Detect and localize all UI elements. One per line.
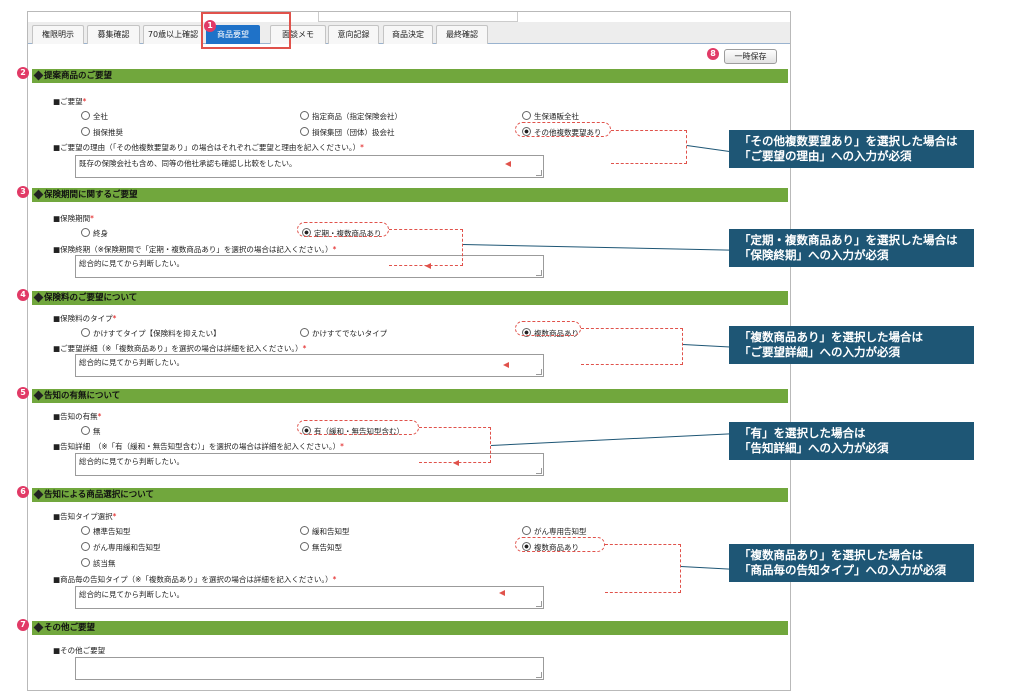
connector-2 xyxy=(389,229,463,266)
highlight-oval-3 xyxy=(515,321,581,336)
arrow-1 xyxy=(505,161,511,167)
radio-non-term[interactable]: かけすてでないタイプ xyxy=(300,328,387,339)
field-label-disclosure-detail: ■告知詳細 （※「有（緩和・無告知型含む）」を選択の場合は詳細を記入ください。）… xyxy=(53,442,344,451)
marker-7: 7 xyxy=(17,619,29,631)
callout-with-disclosure: 「有」を選択した場合は 「告知詳細」への入力が必須 xyxy=(729,422,974,460)
radio-whole-life[interactable]: 終身 xyxy=(81,228,108,239)
marker-5: 5 xyxy=(17,387,29,399)
tab-highlight-box xyxy=(201,12,291,49)
marker-2: 2 xyxy=(17,67,29,79)
top-strip xyxy=(318,12,518,22)
field-label-reason: ■ご要望の理由（「その他複数要望あり」の場合はそれぞれご要望と理由を記入ください… xyxy=(53,143,364,152)
end-period-textarea[interactable]: 総合的に見てから判断したい。 xyxy=(75,255,544,278)
radio-relaxed[interactable]: 緩和告知型 xyxy=(300,526,350,537)
tab-product-decision[interactable]: 商品決定 xyxy=(383,25,433,44)
premium-detail-textarea[interactable]: 総合的に見てから判断したい。 xyxy=(75,354,544,377)
arrow-4 xyxy=(453,460,459,466)
marker-3: 3 xyxy=(17,186,29,198)
tab-over70-confirm[interactable]: 70歳以上確認 xyxy=(143,25,203,44)
callout-other-multiple: 「その他複数要望あり」を選択した場合は 「ご要望の理由」への入力が必須 xyxy=(729,130,974,168)
marker-1: 1 xyxy=(204,20,216,32)
section-title-period: 保険期間に関するご要望 xyxy=(32,188,788,202)
radio-nonlife-recommend[interactable]: 損保推奨 xyxy=(81,127,123,138)
temp-save-button[interactable]: 一時保存 xyxy=(724,49,777,64)
tab-bar: 権限明示 募集確認 70歳以上確認 商品要望 面談メモ 意向記録 商品決定 最終… xyxy=(28,22,790,44)
section-title-other: その他ご要望 xyxy=(32,621,788,635)
radio-cancer[interactable]: がん専用告知型 xyxy=(522,526,587,537)
field-label-period: ■保険期間* xyxy=(53,214,94,223)
tab-final-confirm[interactable]: 最終確認 xyxy=(436,25,488,44)
field-label-disclosure: ■告知の有無* xyxy=(53,412,102,421)
other-textarea[interactable] xyxy=(75,657,544,680)
field-label-other: ■その他ご要望 xyxy=(53,646,106,655)
radio-not-applicable[interactable]: 該当無 xyxy=(81,558,116,569)
marker-6: 6 xyxy=(17,486,29,498)
field-label-end-period: ■保険終期（※保険期間で「定期・複数商品あり」を選択の場合は記入ください。）* xyxy=(53,245,337,254)
radio-no-disclosure-type[interactable]: 無告知型 xyxy=(300,542,342,553)
field-label-premium-detail: ■ご要望詳細（※「複数商品あり」を選択の場合は詳細を記入ください。）* xyxy=(53,344,307,353)
reason-textarea[interactable]: 既存の保険会社も含め、同等の他社承認も確認し比較をしたい。 xyxy=(75,155,544,178)
arrow-5 xyxy=(499,590,505,596)
per-product-textarea[interactable]: 総合的に見てから判断したい。 xyxy=(75,586,544,609)
field-label-premium-type: ■保険料のタイプ* xyxy=(53,314,117,323)
marker-4: 4 xyxy=(17,289,29,301)
callout-disclosure-multiple: 「複数商品あり」を選択した場合は 「商品毎の告知タイプ」への入力が必須 xyxy=(729,544,974,582)
marker-8: 8 xyxy=(707,48,719,60)
connector-3 xyxy=(581,328,683,365)
connector-5 xyxy=(605,544,681,593)
connector-4 xyxy=(419,427,491,463)
callout-term-multiple: 「定期・複数商品あり」を選択した場合は 「保険終期」への入力が必須 xyxy=(729,229,974,267)
section-title-premium: 保険料のご要望について xyxy=(32,291,788,305)
section-title-disclosure-select: 告知による商品選択について xyxy=(32,488,788,502)
tab-recruit-confirm[interactable]: 募集確認 xyxy=(87,25,140,44)
radio-life-mailorder[interactable]: 生保通販全社 xyxy=(522,111,579,122)
field-label-request: ■ご要望* xyxy=(53,97,87,106)
field-label-disclosure-type: ■告知タイプ選択* xyxy=(53,512,117,521)
arrow-3 xyxy=(503,362,509,368)
radio-no-disclosure[interactable]: 無 xyxy=(81,426,101,437)
highlight-oval-5 xyxy=(515,537,605,552)
radio-designated-product[interactable]: 指定商品（指定保険会社） xyxy=(300,111,402,122)
field-label-per-product: ■商品毎の告知タイプ（※「複数商品あり」を選択の場合は詳細を記入ください。）* xyxy=(53,575,337,584)
radio-standard[interactable]: 標準告知型 xyxy=(81,526,131,537)
tab-intent-record[interactable]: 意向記録 xyxy=(328,25,379,44)
highlight-oval-2 xyxy=(297,222,389,237)
highlight-oval-1 xyxy=(515,122,611,137)
callout-premium-multiple: 「複数商品あり」を選択した場合は 「ご要望詳細」への入力が必須 xyxy=(729,326,974,364)
radio-cancer-relaxed[interactable]: がん専用緩和告知型 xyxy=(81,542,161,553)
radio-term-cheap[interactable]: かけすてタイプ【保険料を抑えたい】 xyxy=(81,328,221,339)
connector-1 xyxy=(611,130,687,164)
highlight-oval-4 xyxy=(297,420,419,435)
section-title-disclosure: 告知の有無について xyxy=(32,389,788,403)
radio-nonlife-group[interactable]: 損保集団（団体）扱会社 xyxy=(300,127,395,138)
arrow-2 xyxy=(425,263,431,269)
tab-authority[interactable]: 権限明示 xyxy=(32,25,84,44)
section-title-product-request: 提案商品のご要望 xyxy=(32,69,788,83)
radio-all-companies[interactable]: 全社 xyxy=(81,111,108,122)
